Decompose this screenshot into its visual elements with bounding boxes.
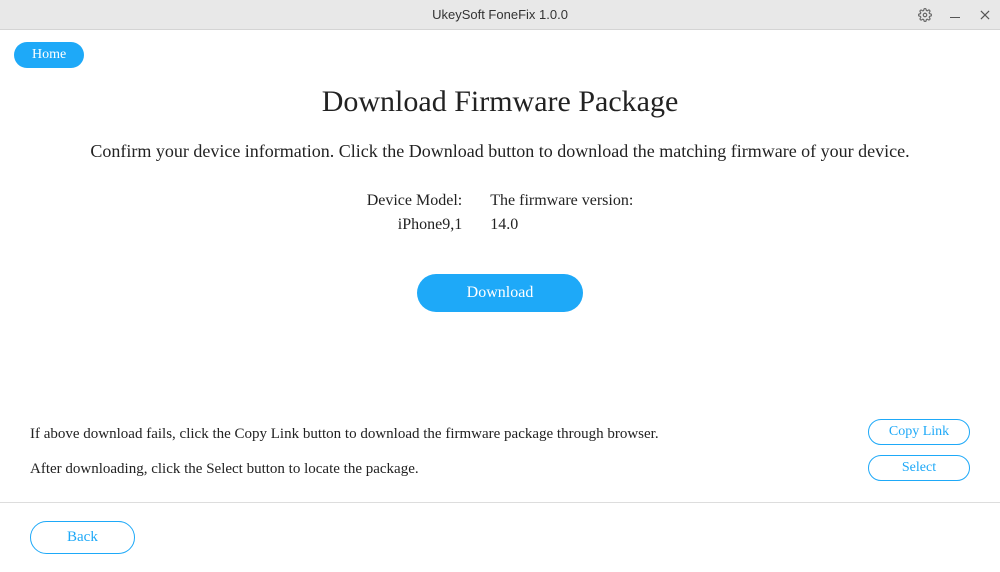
minimize-icon xyxy=(950,17,960,18)
back-button[interactable]: Back xyxy=(30,521,135,554)
device-info: Device Model: iPhone9,1 The firmware ver… xyxy=(0,192,1000,234)
fallback-text-line1: If above download fails, click the Copy … xyxy=(30,417,659,452)
copy-link-button[interactable]: Copy Link xyxy=(868,419,970,445)
settings-button[interactable] xyxy=(910,0,940,30)
device-model-label: Device Model: xyxy=(367,192,463,210)
main-content: Download Firmware Package Confirm your d… xyxy=(0,30,1000,312)
minimize-button[interactable] xyxy=(940,0,970,30)
close-button[interactable] xyxy=(970,0,1000,30)
page-title: Download Firmware Package xyxy=(0,85,1000,119)
gear-icon xyxy=(918,8,932,22)
bottom-text: If above download fails, click the Copy … xyxy=(30,417,659,486)
firmware-label: The firmware version: xyxy=(490,192,633,210)
device-model-column: Device Model: iPhone9,1 xyxy=(367,192,463,234)
select-button[interactable]: Select xyxy=(868,455,970,481)
device-model-value: iPhone9,1 xyxy=(367,216,463,234)
firmware-column: The firmware version: 14.0 xyxy=(490,192,633,234)
bottom-section: If above download fails, click the Copy … xyxy=(0,417,1000,486)
download-button[interactable]: Download xyxy=(417,274,584,312)
window-title: UkeySoft FoneFix 1.0.0 xyxy=(432,7,568,22)
firmware-value: 14.0 xyxy=(490,216,633,234)
bottom-buttons: Copy Link Select xyxy=(868,417,970,481)
home-button[interactable]: Home xyxy=(14,42,84,68)
titlebar: UkeySoft FoneFix 1.0.0 xyxy=(0,0,1000,30)
titlebar-controls xyxy=(910,0,1000,29)
fallback-text-line2: After downloading, click the Select butt… xyxy=(30,452,659,487)
close-icon xyxy=(978,8,992,22)
page-subtitle: Confirm your device information. Click t… xyxy=(0,141,1000,162)
footer: Back xyxy=(0,502,1000,572)
